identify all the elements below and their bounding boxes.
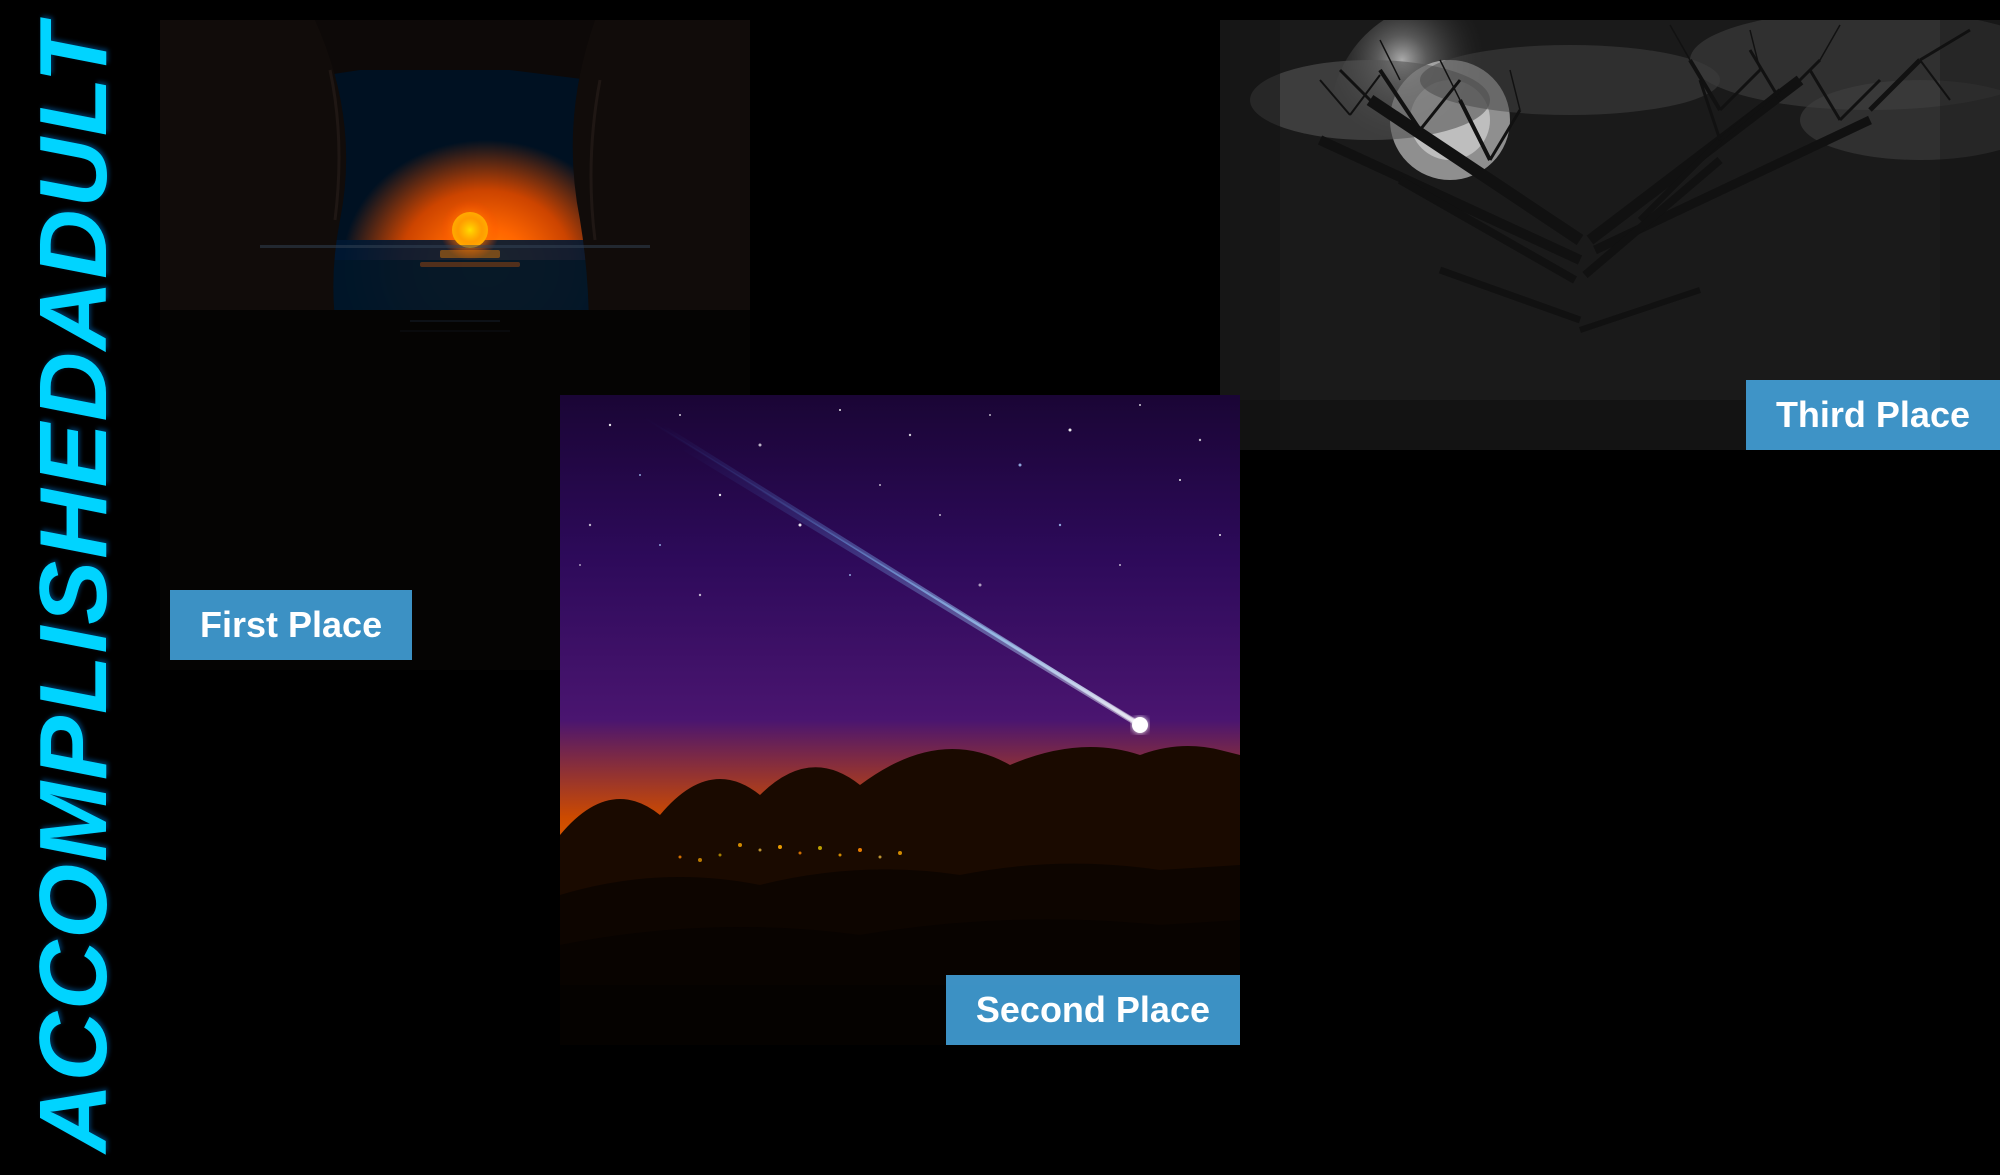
third-place-label: Third Place [1746, 380, 2000, 450]
title-line-2: ACCOMPLISHED [26, 350, 122, 1153]
vertical-title: ADULT ACCOMPLISHED [0, 0, 148, 1175]
second-place-photo: Second Place [560, 395, 1240, 1045]
title-line-1: ADULT [26, 22, 122, 350]
second-place-label: Second Place [946, 975, 1240, 1045]
first-place-label: First Place [170, 590, 412, 660]
third-place-photo: Third Place [1220, 20, 2000, 450]
